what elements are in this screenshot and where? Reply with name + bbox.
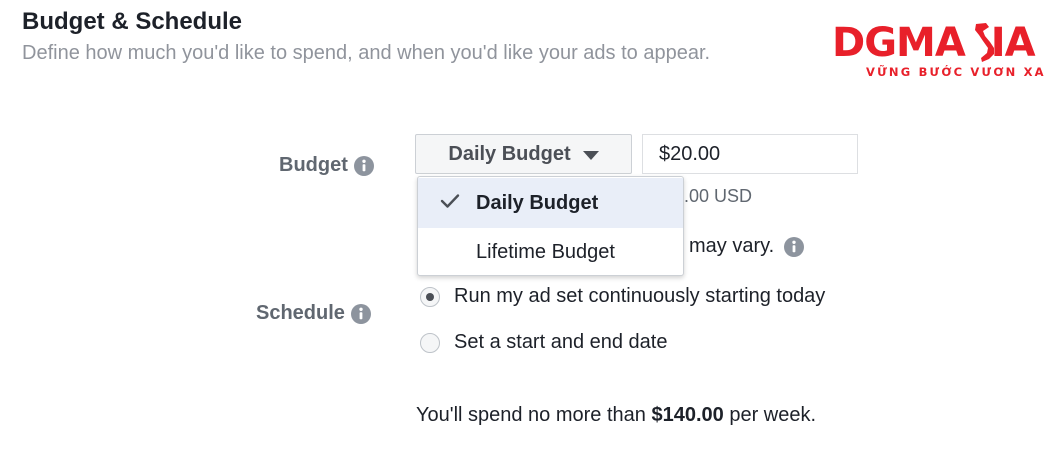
budget-label: Budget (279, 154, 348, 176)
budget-label-group: Budget (279, 154, 374, 177)
radio-button-checked[interactable] (420, 286, 440, 307)
schedule-option-start-end[interactable]: Set a start and end date (420, 331, 668, 354)
spend-summary-amount: $140.00 (651, 404, 724, 426)
vietnam-map-icon (975, 23, 994, 62)
page-title: Budget & Schedule (22, 8, 243, 35)
schedule-option-label: Set a start and end date (454, 331, 668, 353)
page-subtitle: Define how much you'd like to spend, and… (22, 42, 711, 64)
budget-vary-note: may vary. (689, 235, 805, 258)
budget-vary-text: may vary. (689, 235, 775, 257)
info-icon[interactable] (350, 303, 371, 324)
spend-summary-prefix: You'll spend no more than (416, 404, 652, 426)
budget-type-menu: Daily Budget Lifetime Budget (417, 176, 684, 276)
schedule-option-continuous[interactable]: Run my ad set continuously starting toda… (420, 285, 825, 308)
info-icon[interactable] (353, 155, 374, 176)
budget-amount-input[interactable] (642, 134, 858, 174)
budget-type-dropdown-label: Daily Budget (448, 142, 571, 165)
budget-type-dropdown[interactable]: Daily Budget (415, 134, 632, 174)
brand-logo: DGMA IA VỮNG BƯỚC VƯƠN XA (832, 20, 1064, 86)
logo-wordmark: DGMA IA (832, 20, 1036, 66)
menu-item-label: Lifetime Budget (476, 240, 615, 263)
radio-button[interactable] (420, 332, 440, 353)
caret-down-icon (582, 150, 599, 160)
schedule-option-label: Run my ad set continuously starting toda… (454, 285, 826, 307)
logo-tagline: VỮNG BƯỚC VƯƠN XA (866, 65, 1046, 79)
info-icon[interactable] (784, 236, 805, 257)
schedule-label-group: Schedule (256, 302, 371, 325)
menu-item-lifetime-budget[interactable]: Lifetime Budget (418, 227, 683, 277)
spend-summary: You'll spend no more than $140.00 per we… (416, 404, 816, 427)
budget-currency-note: .00 USD (684, 186, 753, 206)
menu-item-daily-budget[interactable]: Daily Budget (418, 178, 683, 228)
menu-item-label: Daily Budget (476, 191, 599, 214)
checkmark-icon (440, 194, 460, 208)
schedule-label: Schedule (256, 302, 345, 324)
spend-summary-suffix: per week. (723, 404, 817, 426)
